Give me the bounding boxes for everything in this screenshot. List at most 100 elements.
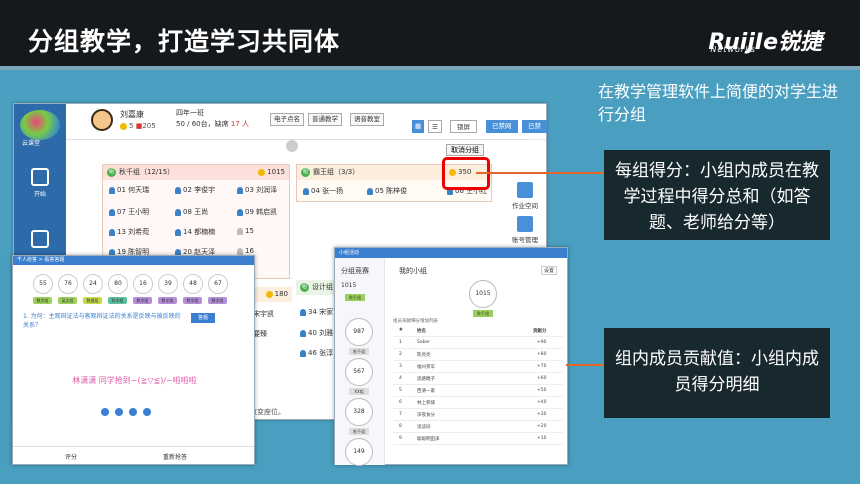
student[interactable]: 16 — [237, 247, 254, 255]
student[interactable]: 08 王尚 — [175, 207, 208, 217]
student[interactable]: 13 刘希菀 — [109, 227, 149, 237]
group-score: 350 — [449, 168, 471, 176]
student[interactable]: 02 李俊宇 — [175, 185, 215, 195]
table-row: 4 思路糖子 +60 — [393, 373, 563, 385]
net-disabled-button[interactable]: 已禁网 — [486, 120, 518, 133]
voice-room-button[interactable]: 语音教室 — [350, 113, 384, 126]
student[interactable]: 03 刘润泽 — [237, 185, 277, 195]
answer-count: 55 — [33, 274, 53, 294]
homework-label: 作业空间 — [512, 202, 538, 210]
my-group-tag: 秋千组 — [473, 310, 493, 317]
homework-space-button[interactable]: 作业空间 — [510, 182, 540, 210]
group-design[interactable]: 组设计组 34 宋家 40 刘雅 46 张淳 — [296, 280, 336, 370]
student[interactable]: 09 韩启凯 — [237, 207, 277, 217]
contribution-list-title: 组员贡献细分增加列表 — [393, 319, 438, 324]
grid-view-icon[interactable]: ▦ — [412, 120, 425, 133]
retry-button[interactable]: 重新抢答 — [163, 452, 187, 461]
tab-competition[interactable]: 分组竞赛 — [341, 266, 369, 276]
group-tag: 数学组 — [183, 297, 202, 304]
group-name: 霸王组（3/3） — [313, 168, 360, 176]
teacher-avatar — [91, 109, 113, 131]
coins-value: 5 — [129, 122, 134, 130]
student[interactable]: 40 刘雅 — [300, 328, 333, 338]
group-icon: 组 — [301, 167, 310, 177]
callout-connector — [566, 364, 604, 366]
student-icon — [237, 186, 243, 194]
list-view-icon[interactable]: ☰ — [428, 120, 442, 133]
student-icon — [175, 228, 181, 236]
ruijie-logo: RuijIe锐捷 Networks — [708, 24, 822, 56]
nav-broadcast[interactable] — [24, 230, 56, 251]
roll-call-button[interactable]: 电子点名 — [270, 113, 304, 126]
group-tag: 数学组 — [133, 297, 152, 304]
student-icon — [109, 208, 115, 216]
table-row: 9 聪聪明田泽 +10 — [393, 433, 563, 445]
answer-button[interactable]: 答题 — [191, 313, 215, 323]
rank-tag: 秋千组 — [349, 348, 369, 355]
loading-dots — [101, 401, 161, 416]
my-group-score: 1015 — [469, 280, 497, 308]
group-score-value: 350 — [458, 168, 472, 176]
student-icon — [367, 187, 373, 195]
group-score-callout: 每组得分：小组内成员在教学过程中得分总和（如答题、老师给分等） — [604, 150, 830, 240]
student[interactable]: 01 何天瑞 — [109, 185, 149, 195]
answer-count: 80 — [108, 274, 128, 294]
settings-dropdown[interactable]: 设置 — [541, 266, 558, 275]
answer-count: 39 — [158, 274, 178, 294]
app-name: 云课堂 — [22, 140, 41, 147]
group-tag: 数学组 — [158, 297, 177, 304]
student[interactable]: 05 陈梓俊 — [367, 186, 407, 196]
quiz-window: 千人抢答 > 看答答题 55 76 24 80 16 39 48 67 数学组 … — [12, 255, 255, 465]
student[interactable]: 46 张淳 — [300, 348, 333, 358]
student[interactable]: 14 都楠楠 — [175, 227, 215, 237]
class-stats: 50 / 60台，缺席 — [176, 120, 229, 128]
logo-subtext: Networks — [710, 45, 756, 54]
student-icon — [109, 228, 115, 236]
group-tag: 数学组 — [208, 297, 227, 304]
lock-screen-button[interactable]: 锁屏 — [450, 120, 477, 133]
rank-tag: 秋千组 — [345, 294, 365, 301]
teacher-coins: 5 ■205 — [120, 122, 156, 130]
table-row: 2 陈亮亮 +80 — [393, 349, 563, 361]
group-tag: 数学组 — [33, 297, 52, 304]
student-icon — [237, 247, 243, 255]
answer-count: 16 — [133, 274, 153, 294]
app-logo-icon — [20, 110, 60, 140]
score-button[interactable]: 评分 — [65, 452, 77, 461]
table-row: 1 Saber +90 — [393, 337, 563, 349]
rank-tag: 秋千组 — [349, 428, 369, 435]
normal-teaching-button[interactable]: 普通教学 — [308, 113, 342, 126]
group-header: 组设计组 — [296, 280, 336, 295]
nav-start[interactable]: 开始 — [24, 168, 56, 198]
account-icon — [517, 216, 533, 232]
group-name: 秋千组（12/15） — [119, 168, 175, 176]
group-tag: 数据组 — [83, 297, 102, 304]
group-header: 组秋千组（12/15） 1015 — [103, 165, 289, 180]
class-info: 四年一班 50 / 60台，缺席 17 人 — [176, 108, 249, 130]
slide-description: 在教学管理软件上简便的对学生进行分组 — [598, 82, 839, 124]
screen-icon — [31, 230, 49, 248]
quiz-title: 千人抢答 > 看答答题 — [13, 256, 254, 265]
student-icon — [109, 186, 115, 194]
tab-my-group[interactable]: 我的小组 — [399, 266, 427, 276]
table-row: 3 福州贺军 +70 — [393, 361, 563, 373]
student[interactable]: 07 王小明 — [109, 207, 149, 217]
homework-icon — [517, 182, 533, 198]
coin-icon — [258, 168, 266, 176]
student[interactable]: 34 宋家 — [300, 307, 333, 317]
teacher-name[interactable]: 刘嘉康 — [120, 109, 144, 120]
student[interactable]: 15 — [237, 227, 254, 235]
usb-disabled-button[interactable]: 已禁USB — [522, 120, 548, 143]
student-icon — [237, 227, 243, 235]
account-manage-button[interactable]: 账号管理 — [510, 216, 540, 244]
student-icon — [300, 308, 306, 316]
student-icon — [175, 208, 181, 216]
student[interactable]: 04 张一扬 — [303, 186, 343, 196]
student-icon — [300, 349, 306, 357]
quiz-question: 1. 为何：主观辩证法与客观辩证法的关系是反映与被反映的关系？ — [23, 313, 181, 329]
student-icon — [303, 187, 309, 195]
group-score: 1015 — [258, 165, 285, 180]
student-icon — [300, 329, 306, 337]
cancel-group-button[interactable]: 取消分组 — [446, 144, 484, 156]
rank-score: 328 — [345, 398, 373, 426]
